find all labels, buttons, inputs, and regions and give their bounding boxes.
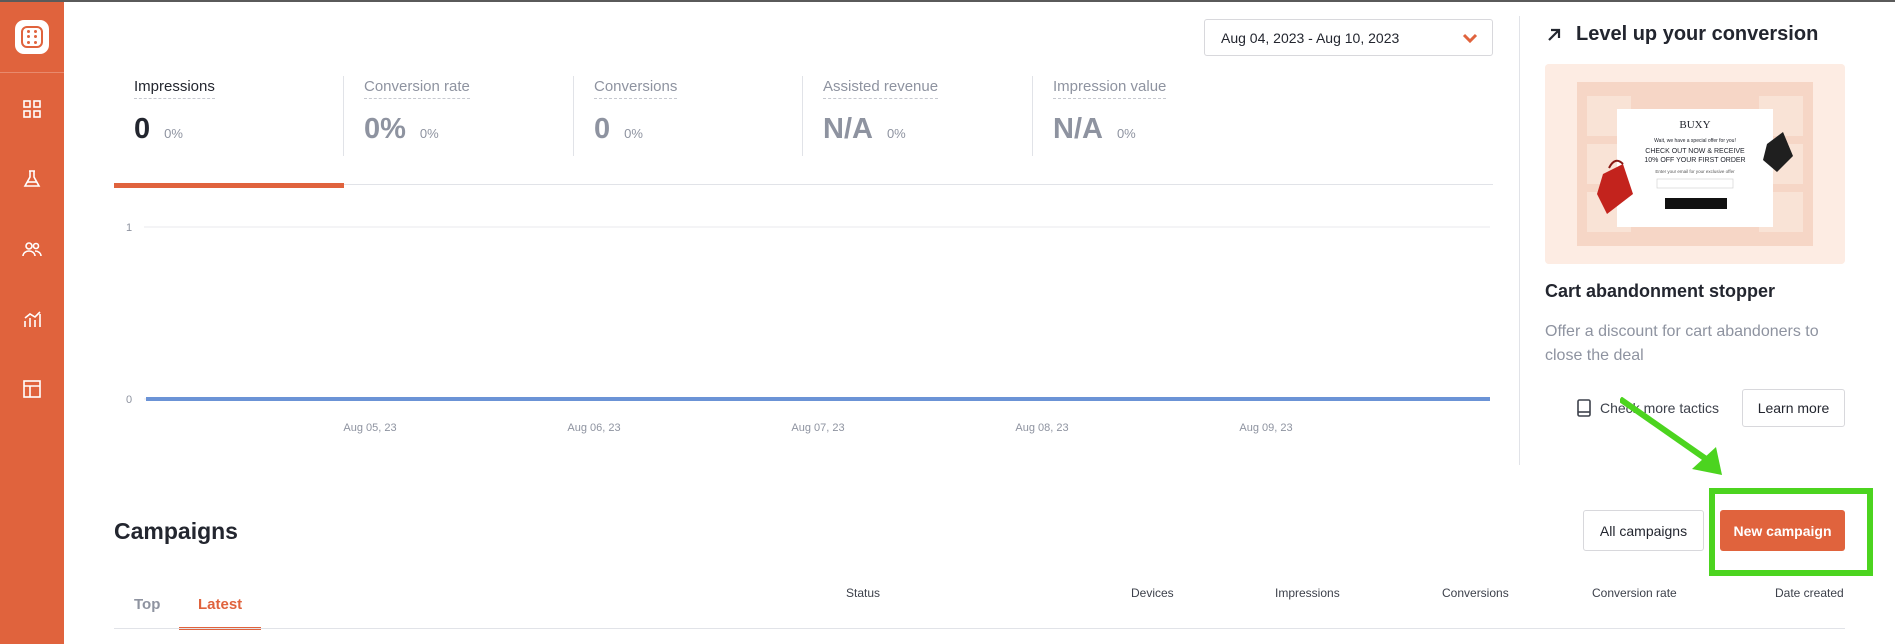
x-tick-label: Aug 06, 23 (567, 422, 620, 434)
active-metric-indicator (114, 183, 344, 188)
y-tick-label: 1 (126, 222, 132, 234)
templates-icon[interactable] (20, 377, 44, 401)
metric-label: Conversion rate (364, 78, 470, 99)
metric-impressions[interactable]: Impressions 0 0% (134, 78, 215, 158)
all-campaigns-button[interactable]: All campaigns (1583, 510, 1704, 551)
book-icon (1577, 399, 1591, 417)
promo-line-1: Wait, we have a special offer for you! (1654, 138, 1736, 144)
date-range-text: Aug 04, 2023 - Aug 10, 2023 (1221, 29, 1400, 46)
tab-top[interactable]: Top (134, 596, 160, 613)
arrow-up-right-icon (1546, 26, 1564, 44)
metric-label: Impressions (134, 78, 215, 99)
tab-latest[interactable]: Latest (198, 596, 242, 613)
metric-conversion-rate[interactable]: Conversion rate 0% 0% (364, 78, 470, 158)
sidebar (0, 2, 64, 644)
metric-value: 0 (134, 113, 151, 145)
metric-label: Impression value (1053, 78, 1167, 99)
metric-assisted-revenue[interactable]: Assisted revenue N/A 0% (823, 78, 939, 158)
metric-change: 0% (1116, 126, 1136, 141)
promo-line-3: 10% OFF YOUR FIRST ORDER (1644, 157, 1745, 164)
analytics-icon[interactable] (20, 307, 44, 331)
date-range-picker[interactable]: Aug 04, 2023 - Aug 10, 2023 (1204, 19, 1493, 56)
promo-line-4: Enter your email for your exclusive offe… (1655, 169, 1735, 174)
metric-change: 0% (419, 126, 439, 141)
metric-conversions[interactable]: Conversions 0 0% (594, 78, 678, 158)
column-header-conversion-rate[interactable]: Conversion rate (1592, 586, 1677, 600)
experiments-icon[interactable] (20, 167, 44, 191)
green-arrow-annotation (1620, 397, 1722, 475)
right-panel-title: Level up your conversion (1546, 23, 1818, 46)
metric-value: N/A (1053, 113, 1103, 145)
x-tick-label: Aug 08, 23 (1015, 422, 1068, 434)
column-header-status[interactable]: Status (846, 586, 880, 600)
metric-label: Conversions (594, 78, 678, 99)
right-panel-title-text: Level up your conversion (1576, 23, 1819, 45)
promo-line-2: CHECK OUT NOW & RECEIVE (1645, 148, 1745, 155)
metric-label: Assisted revenue (823, 78, 939, 99)
app-logo[interactable] (15, 20, 49, 54)
promo-title: Cart abandonment stopper (1545, 281, 1776, 301)
promo-image: BUXY Wait, we have a special offer for y… (1545, 64, 1845, 264)
metric-value: 0 (594, 113, 611, 145)
x-tick-label: Aug 07, 23 (791, 422, 844, 434)
metric-value: 0% (364, 113, 406, 145)
metric-change: 0% (164, 126, 183, 141)
metric-impression-value[interactable]: Impression value N/A 0% (1053, 78, 1167, 158)
chart-svg: 1 0 Aug 05, 23 Aug 06, 23 Aug 07, 23 Aug 08, … (126, 222, 1490, 434)
promo-brand: BUXY (1679, 119, 1710, 131)
column-header-devices[interactable]: Devices (1131, 586, 1174, 600)
column-header-impressions[interactable]: Impressions (1275, 586, 1340, 600)
campaigns-title: Campaigns (114, 518, 238, 544)
x-tick-label: Aug 09, 23 (1239, 422, 1292, 434)
audience-icon[interactable] (20, 237, 44, 261)
promo-description: Offer a discount for cart abandoners to … (1545, 323, 1819, 364)
dashboard-icon[interactable] (20, 97, 44, 121)
metric-change: 0% (886, 126, 906, 141)
x-tick-label: Aug 05, 23 (343, 422, 396, 434)
impressions-chart: 1 0 Aug 05, 23 Aug 06, 23 Aug 07, 23 Aug 08, … (110, 207, 1500, 442)
column-header-date-created[interactable]: Date created (1775, 586, 1844, 600)
metric-value: N/A (823, 113, 873, 145)
highlight-box (1709, 488, 1873, 576)
table-header-divider (114, 628, 1845, 629)
metric-change: 0% (624, 126, 643, 141)
y-tick-label: 0 (126, 394, 132, 406)
chevron-down-icon (1462, 31, 1478, 45)
column-header-conversions[interactable]: Conversions (1442, 586, 1509, 600)
